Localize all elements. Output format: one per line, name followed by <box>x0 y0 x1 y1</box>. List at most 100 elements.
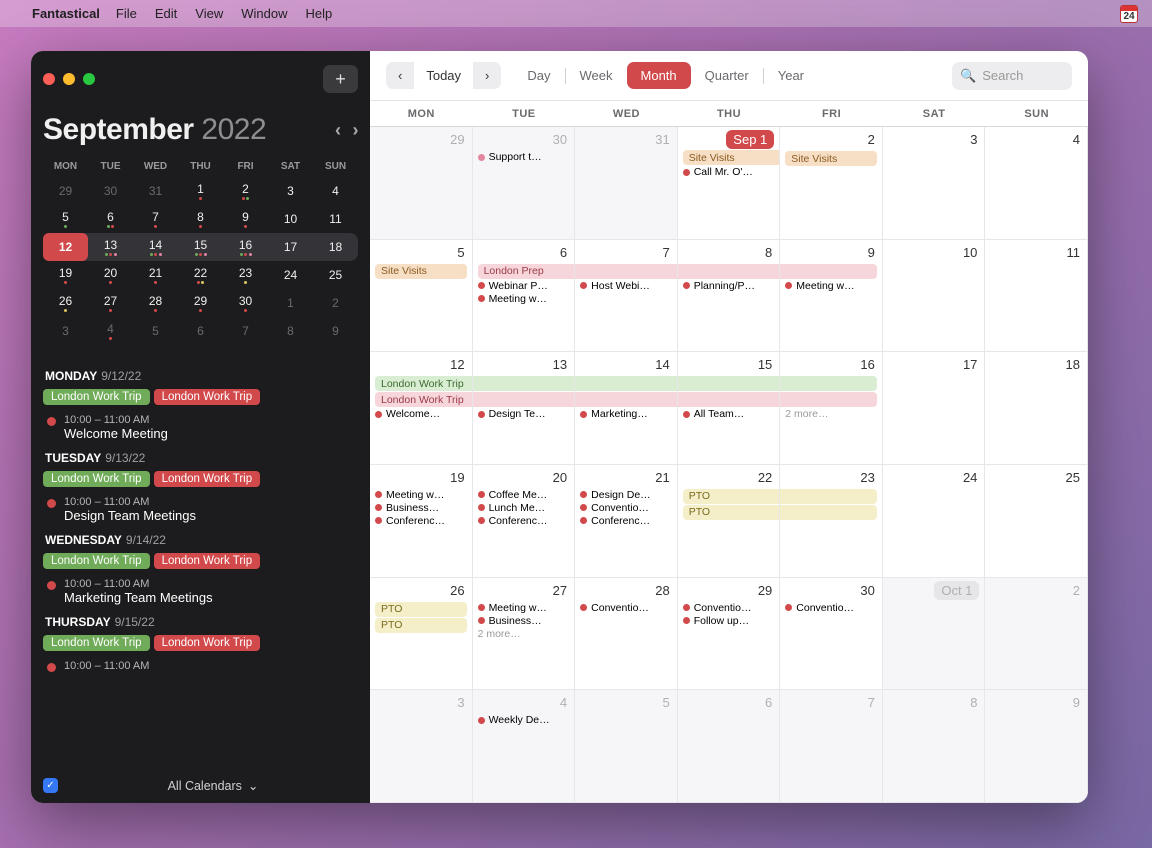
calendar-cell[interactable]: 5 <box>575 690 678 803</box>
mini-prev-icon[interactable]: ‹ <box>335 120 341 141</box>
calendar-cell[interactable]: 6 <box>678 690 781 803</box>
event-item[interactable]: Conventio… <box>785 602 877 614</box>
agenda-pill[interactable]: London Work Trip <box>43 471 150 487</box>
event-item[interactable]: Planning/P… <box>683 280 775 292</box>
event-item[interactable]: Support t… <box>478 151 570 163</box>
event-item[interactable]: Lunch Me… <box>478 502 570 514</box>
event-bar[interactable] <box>780 392 877 407</box>
calendar-cell[interactable]: 31 <box>575 127 678 240</box>
calendar-cell[interactable]: 4 <box>985 127 1088 240</box>
today-button[interactable]: Today <box>414 62 473 89</box>
event-bar[interactable]: PTO <box>375 618 467 633</box>
event-bar[interactable] <box>780 376 877 391</box>
mini-day[interactable]: 8 <box>268 317 313 345</box>
calendar-cell[interactable]: 15 All Team… <box>678 352 781 465</box>
event-item[interactable]: Follow up… <box>683 615 775 627</box>
agenda-pill[interactable]: London Work Trip <box>154 471 261 487</box>
mini-day[interactable]: 20 <box>88 261 133 289</box>
mini-day[interactable]: 4 <box>313 177 358 205</box>
mini-day[interactable]: 30 <box>88 177 133 205</box>
calendar-cell[interactable]: 14 Marketing… <box>575 352 678 465</box>
mini-day[interactable]: 21 <box>133 261 178 289</box>
calendar-cell[interactable]: 7 Host Webi… <box>575 240 678 353</box>
mini-day[interactable]: 25 <box>313 261 358 289</box>
event-item[interactable]: Welcome… <box>375 408 467 420</box>
mini-day[interactable]: 9 <box>223 205 268 233</box>
mini-day[interactable]: 3 <box>268 177 313 205</box>
calendar-cell[interactable]: 30Conventio… <box>780 578 883 691</box>
menu-edit[interactable]: Edit <box>155 6 177 21</box>
view-quarter[interactable]: Quarter <box>691 62 763 89</box>
event-item[interactable]: Conferenc… <box>478 515 570 527</box>
new-event-button[interactable]: + <box>323 65 358 93</box>
menu-window[interactable]: Window <box>241 6 287 21</box>
event-item[interactable]: All Team… <box>683 408 775 420</box>
calendar-cell[interactable]: 10 <box>883 240 986 353</box>
zoom-button[interactable] <box>83 73 95 85</box>
calendar-cell[interactable]: 27Meeting w…Business…2 more… <box>473 578 576 691</box>
calendar-cell[interactable]: 26PTOPTO <box>370 578 473 691</box>
event-bar[interactable] <box>780 489 877 504</box>
calendar-cell[interactable]: 21Design De…Conventio…Conferenc… <box>575 465 678 578</box>
calendar-cell[interactable]: Sep 1Site VisitsCall Mr. O'… <box>678 127 781 240</box>
mini-day[interactable]: 6 <box>178 317 223 345</box>
all-calendars-dropdown[interactable]: All Calendars ⌄ <box>168 778 259 793</box>
event-bar[interactable]: London Work Trip <box>375 376 472 391</box>
mini-day[interactable]: 6 <box>88 205 133 233</box>
mini-day[interactable]: 31 <box>133 177 178 205</box>
next-button[interactable]: › <box>473 62 501 89</box>
event-item[interactable]: Meeting w… <box>478 602 570 614</box>
event-bar[interactable]: PTO <box>683 489 780 504</box>
mini-day[interactable]: 5 <box>133 317 178 345</box>
agenda-pill[interactable]: London Work Trip <box>154 553 261 569</box>
event-bar[interactable]: Site Visits <box>375 264 467 279</box>
view-day[interactable]: Day <box>513 62 564 89</box>
tray-calendar-icon[interactable]: 24 <box>1120 5 1138 23</box>
mini-day[interactable]: 8 <box>178 205 223 233</box>
event-bar[interactable] <box>780 264 877 279</box>
more-events[interactable]: 2 more… <box>785 408 877 420</box>
view-year[interactable]: Year <box>764 62 818 89</box>
calendar-cell[interactable]: 8 Planning/P… <box>678 240 781 353</box>
calendar-cell[interactable]: 24 <box>883 465 986 578</box>
agenda-pill[interactable]: London Work Trip <box>43 553 150 569</box>
event-bar[interactable] <box>473 392 575 407</box>
calendar-cell[interactable]: 20Coffee Me…Lunch Me…Conferenc… <box>473 465 576 578</box>
event-item[interactable]: Coffee Me… <box>478 489 570 501</box>
menu-help[interactable]: Help <box>305 6 332 21</box>
event-item[interactable]: Webinar P… <box>478 280 570 292</box>
mini-day[interactable]: 11 <box>313 205 358 233</box>
mini-day[interactable]: 7 <box>223 317 268 345</box>
mini-day[interactable]: 2 <box>313 289 358 317</box>
mini-day[interactable]: 23 <box>223 261 268 289</box>
event-item[interactable]: Conferenc… <box>580 515 672 527</box>
mini-day[interactable]: 29 <box>178 289 223 317</box>
agenda-list[interactable]: MONDAY9/12/22London Work TripLondon Work… <box>43 359 358 768</box>
mini-day[interactable]: 16 <box>223 233 268 261</box>
event-item[interactable]: Business… <box>478 615 570 627</box>
calendar-cell[interactable]: 29Conventio…Follow up… <box>678 578 781 691</box>
event-item[interactable]: Meeting w… <box>478 293 570 305</box>
event-bar[interactable]: Site Visits <box>683 150 780 165</box>
agenda-event[interactable]: 10:00 – 11:00 AMDesign Team Meetings <box>47 496 358 523</box>
prev-button[interactable]: ‹ <box>386 62 414 89</box>
event-bar[interactable] <box>575 264 677 279</box>
agenda-event[interactable]: 10:00 – 11:00 AMWelcome Meeting <box>47 414 358 441</box>
mini-day[interactable]: 28 <box>133 289 178 317</box>
mini-day[interactable]: 12 <box>43 233 88 261</box>
event-item[interactable]: Design Te… <box>478 408 570 420</box>
event-item[interactable]: Meeting w… <box>375 489 467 501</box>
mini-day[interactable]: 24 <box>268 261 313 289</box>
event-bar[interactable]: Site Visits <box>785 151 877 166</box>
menu-view[interactable]: View <box>195 6 223 21</box>
calendar-cell[interactable]: 13 Design Te… <box>473 352 576 465</box>
agenda-pill[interactable]: London Work Trip <box>154 635 261 651</box>
mini-next-icon[interactable]: › <box>353 120 359 141</box>
calendar-cell[interactable]: 16 2 more… <box>780 352 883 465</box>
close-button[interactable] <box>43 73 55 85</box>
agenda-event[interactable]: 10:00 – 11:00 AMMarketing Team Meetings <box>47 578 358 605</box>
agenda-pill[interactable]: London Work Trip <box>154 389 261 405</box>
calendar-cell[interactable]: 12London Work TripLondon Work TripWelcom… <box>370 352 473 465</box>
event-bar[interactable] <box>678 264 780 279</box>
event-item[interactable]: Business… <box>375 502 467 514</box>
